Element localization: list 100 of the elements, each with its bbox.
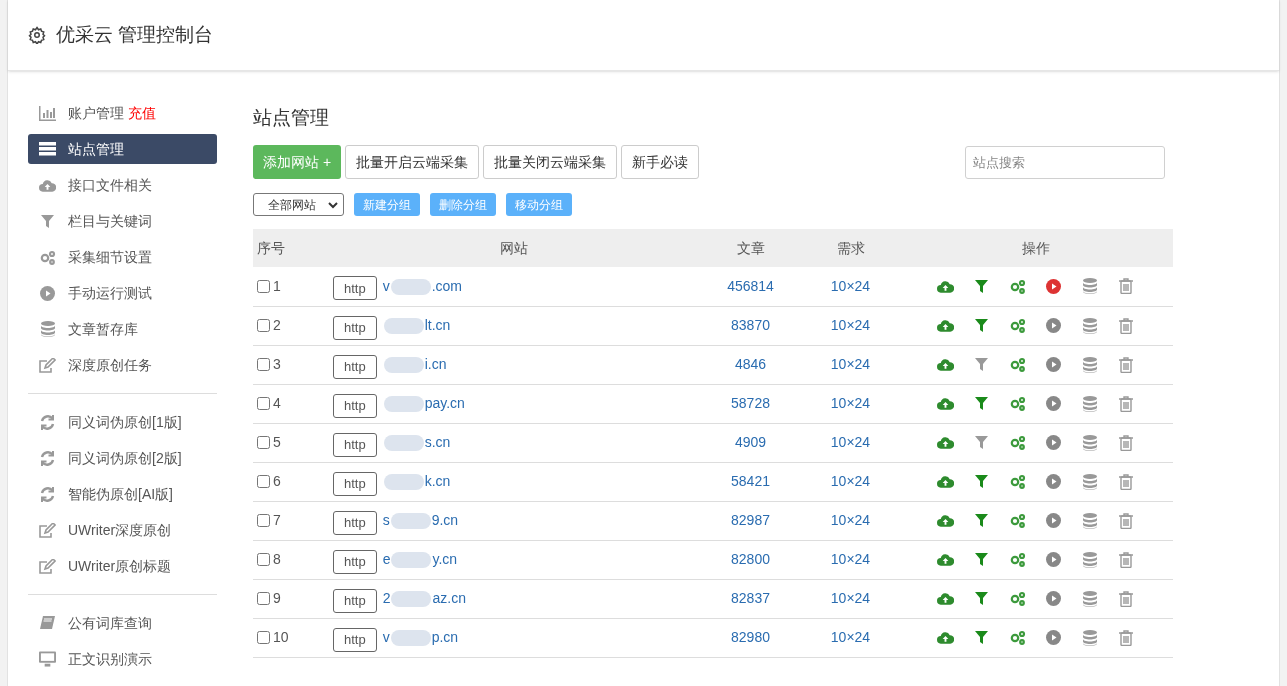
cloud-upload-icon[interactable]: [937, 553, 954, 566]
row-checkbox[interactable]: [257, 279, 270, 293]
cloud-upload-icon[interactable]: [937, 514, 954, 527]
trash-icon[interactable]: [1118, 356, 1133, 373]
site-link[interactable]: v p.cn: [382, 627, 459, 648]
trash-icon[interactable]: [1118, 395, 1133, 412]
article-count[interactable]: 58421: [731, 473, 770, 489]
demand-value[interactable]: 10×24: [830, 277, 871, 294]
sidebar-item[interactable]: 手动运行测试: [28, 278, 217, 308]
row-checkbox[interactable]: [257, 514, 270, 527]
toolbar-button[interactable]: 批量关闭云端采集: [483, 145, 618, 179]
row-checkbox[interactable]: [257, 475, 270, 488]
sidebar-item[interactable]: 文章暂存库: [28, 314, 217, 344]
database-icon[interactable]: [1082, 317, 1097, 334]
sidebar-item[interactable]: UWriter深度原创: [28, 515, 217, 545]
play-icon[interactable]: [1046, 513, 1061, 528]
trash-icon[interactable]: [1118, 278, 1133, 295]
toolbar-button[interactable]: 新手必读: [621, 145, 700, 179]
sidebar-item[interactable]: 同义词伪原创[1版]: [28, 407, 217, 437]
trash-icon[interactable]: [1118, 629, 1133, 646]
trash-icon[interactable]: [1118, 473, 1133, 490]
filter-icon[interactable]: [975, 319, 988, 332]
filter-icon[interactable]: [975, 592, 988, 605]
demand-value[interactable]: 10×24: [830, 473, 871, 489]
cloud-upload-icon[interactable]: [937, 436, 954, 449]
database-icon[interactable]: [1082, 356, 1097, 373]
article-count[interactable]: 456814: [727, 277, 774, 294]
sidebar-item[interactable]: 正文识别演示: [28, 644, 217, 674]
site-link[interactable]: s 9.cn: [382, 510, 459, 531]
demand-value[interactable]: 10×24: [830, 512, 871, 528]
article-count[interactable]: 83870: [731, 317, 770, 333]
demand-value[interactable]: 10×24: [830, 317, 871, 333]
play-icon[interactable]: [1046, 474, 1061, 489]
site-link[interactable]: k.cn: [382, 471, 451, 492]
filter-icon[interactable]: [975, 475, 988, 488]
sidebar-item[interactable]: 采集细节设置: [28, 242, 217, 272]
database-icon[interactable]: [1082, 512, 1097, 529]
row-checkbox[interactable]: [257, 319, 270, 332]
trash-icon[interactable]: [1118, 551, 1133, 568]
toolbar-button[interactable]: 批量开启云端采集: [345, 145, 480, 179]
database-icon[interactable]: [1082, 434, 1097, 451]
demand-value[interactable]: 10×24: [830, 629, 871, 645]
search-field[interactable]: 站点搜索: [965, 145, 1165, 179]
demand-value[interactable]: 10×24: [830, 434, 871, 450]
article-count[interactable]: 4846: [734, 356, 767, 372]
cloud-upload-icon[interactable]: [937, 592, 954, 605]
site-link[interactable]: lt.cn: [382, 315, 451, 336]
article-count[interactable]: 82980: [731, 629, 770, 645]
demand-value[interactable]: 10×24: [830, 590, 871, 606]
cloud-upload-icon[interactable]: [937, 319, 954, 332]
gears-icon[interactable]: [1009, 278, 1026, 294]
trash-icon[interactable]: [1118, 590, 1133, 607]
sidebar-item[interactable]: UWriter原创标题: [28, 551, 217, 581]
row-checkbox[interactable]: [257, 358, 270, 371]
site-link[interactable]: v .com: [382, 275, 463, 297]
play-icon[interactable]: [1046, 278, 1061, 294]
sidebar-item[interactable]: 深度原创任务: [28, 350, 217, 380]
row-checkbox[interactable]: [257, 592, 270, 605]
row-checkbox[interactable]: [257, 397, 270, 410]
cloud-upload-icon[interactable]: [937, 397, 954, 410]
gears-icon[interactable]: [1009, 318, 1026, 333]
sidebar-item[interactable]: 同义词伪原创[2版]: [28, 443, 217, 473]
sidebar-item[interactable]: 智能伪原创[AI版]: [28, 479, 217, 509]
row-checkbox[interactable]: [257, 436, 270, 449]
play-icon[interactable]: [1046, 357, 1061, 372]
cloud-upload-icon[interactable]: [937, 631, 954, 644]
database-icon[interactable]: [1082, 473, 1097, 490]
filter-icon[interactable]: [975, 436, 988, 449]
cloud-upload-icon[interactable]: [937, 475, 954, 488]
sidebar-item[interactable]: 站点管理: [28, 134, 217, 164]
play-icon[interactable]: [1046, 591, 1061, 606]
gears-icon[interactable]: [1009, 357, 1026, 372]
gears-icon[interactable]: [1009, 552, 1026, 567]
demand-value[interactable]: 10×24: [830, 551, 871, 567]
play-icon[interactable]: [1046, 318, 1061, 333]
filter-icon[interactable]: [975, 358, 988, 371]
database-icon[interactable]: [1082, 629, 1097, 646]
trash-icon[interactable]: [1118, 512, 1133, 529]
filter-icon[interactable]: [975, 397, 988, 410]
gears-icon[interactable]: [1009, 474, 1026, 489]
play-icon[interactable]: [1046, 435, 1061, 450]
sidebar-item[interactable]: 栏目与关键词: [28, 206, 217, 236]
article-count[interactable]: 58728: [731, 395, 770, 411]
filter-icon[interactable]: [975, 631, 988, 644]
database-icon[interactable]: [1082, 590, 1097, 607]
site-link[interactable]: pay.cn: [382, 393, 465, 414]
sidebar-item[interactable]: 公有词库查询: [28, 608, 217, 638]
article-count[interactable]: 82987: [731, 512, 770, 528]
filter-icon[interactable]: [975, 514, 988, 527]
gears-icon[interactable]: [1009, 396, 1026, 411]
trash-icon[interactable]: [1118, 434, 1133, 451]
row-checkbox[interactable]: [257, 631, 270, 644]
database-icon[interactable]: [1082, 395, 1097, 412]
database-icon[interactable]: [1082, 551, 1097, 568]
filter-icon[interactable]: [975, 279, 988, 293]
row-checkbox[interactable]: [257, 553, 270, 566]
article-count[interactable]: 82800: [731, 551, 770, 567]
database-icon[interactable]: [1082, 278, 1097, 295]
filter-icon[interactable]: [975, 553, 988, 566]
demand-value[interactable]: 10×24: [830, 356, 871, 372]
